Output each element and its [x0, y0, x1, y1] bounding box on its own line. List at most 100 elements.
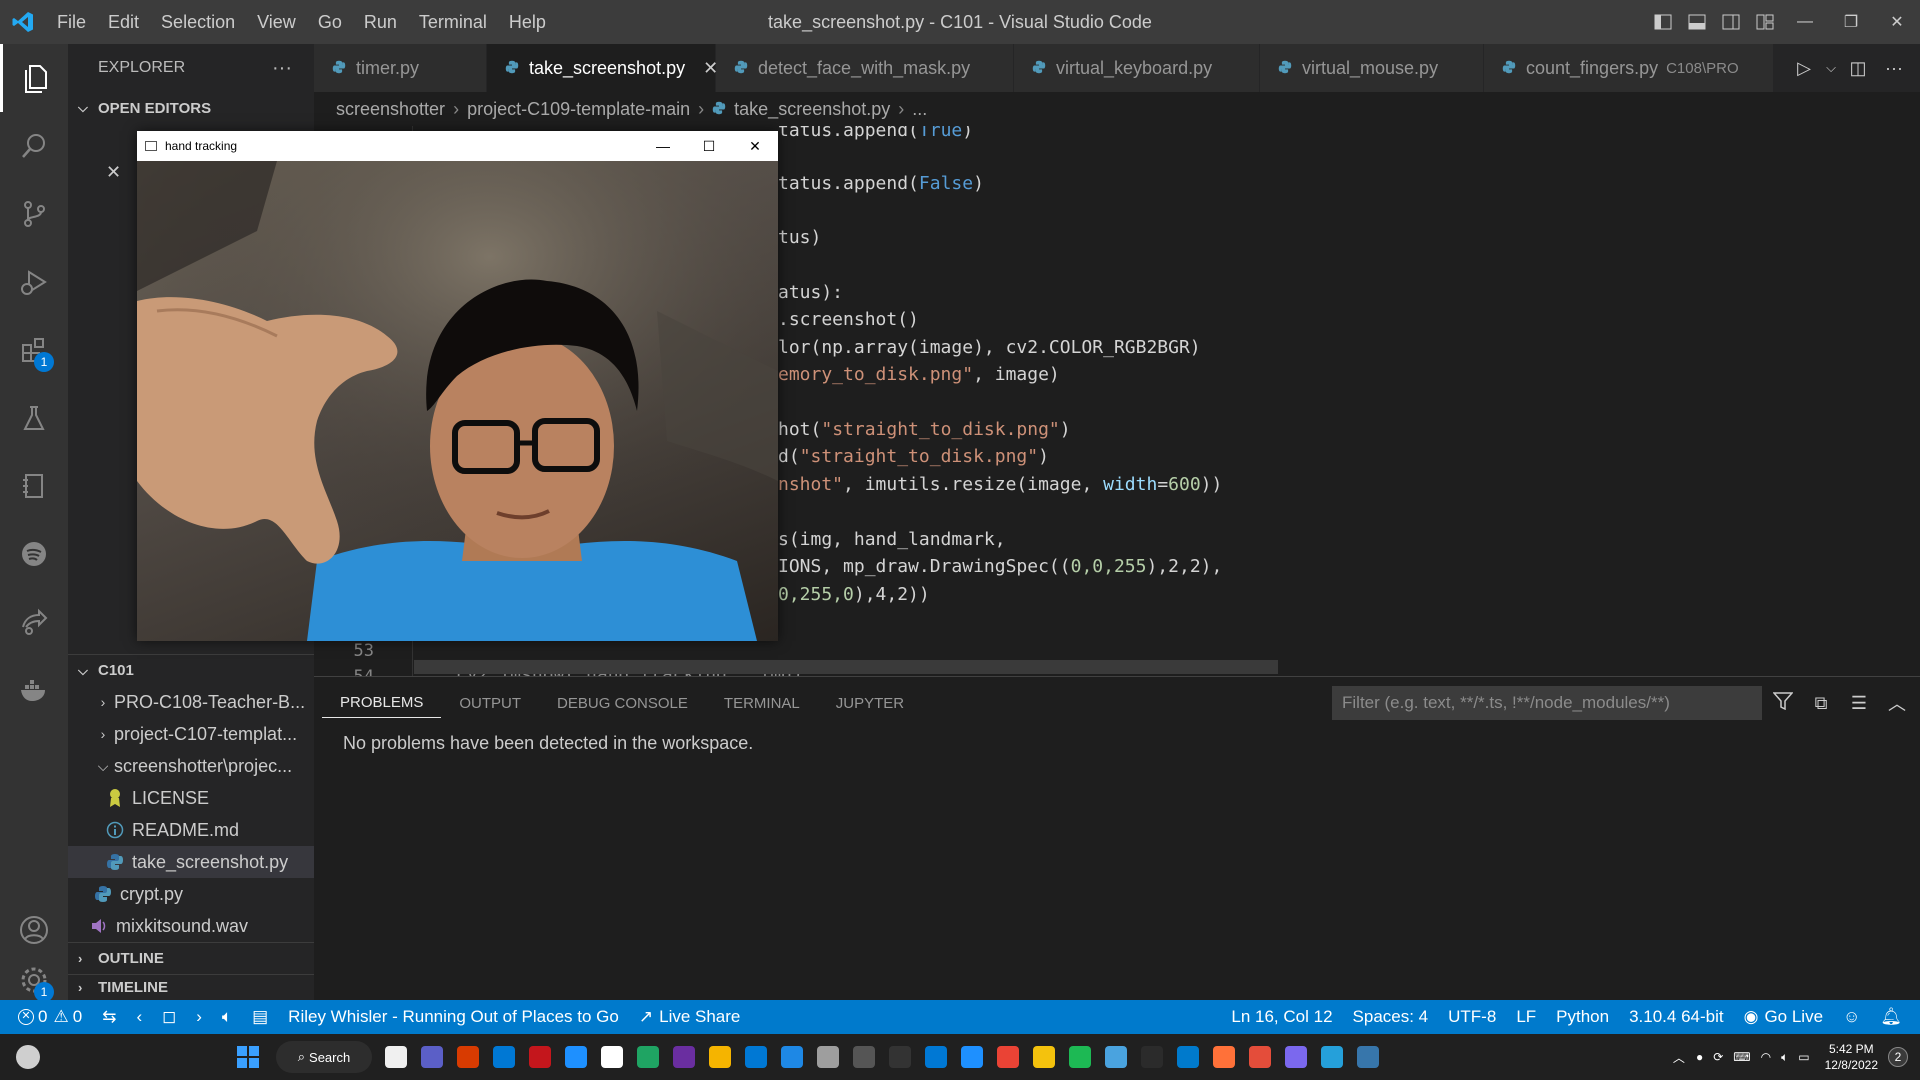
- breadcrumb-item[interactable]: take_screenshot.py: [734, 99, 890, 120]
- tab-detect-face[interactable]: detect_face_with_mask.py: [716, 44, 1014, 92]
- battery-icon[interactable]: ▭: [1798, 1050, 1809, 1064]
- taskbar-app-icon[interactable]: [558, 1034, 594, 1080]
- testing-icon[interactable]: [0, 384, 68, 452]
- toggle-view-icon[interactable]: ☰: [1840, 693, 1878, 714]
- taskbar-app-icon[interactable]: [666, 1034, 702, 1080]
- run-debug-icon[interactable]: [0, 248, 68, 316]
- tab-jupyter[interactable]: JUPYTER: [818, 677, 922, 729]
- tab-virtual-mouse[interactable]: virtual_mouse.py: [1260, 44, 1484, 92]
- notification-badge[interactable]: 2: [1888, 1047, 1908, 1067]
- go-live-button[interactable]: ◉ Go Live: [1734, 1007, 1833, 1027]
- tree-folder-screenshotter[interactable]: ⌵ screenshotter\projec...: [68, 750, 314, 782]
- popup-minimize-icon[interactable]: —: [640, 131, 686, 161]
- tab-output[interactable]: OUTPUT: [441, 677, 539, 729]
- source-control-icon[interactable]: [0, 180, 68, 248]
- outline-section[interactable]: › OUTLINE: [68, 942, 314, 974]
- minimize-icon[interactable]: —: [1782, 0, 1828, 44]
- folder-section[interactable]: ⌵ C101: [68, 654, 314, 686]
- wifi-icon[interactable]: ◠: [1761, 1050, 1771, 1064]
- docker-icon[interactable]: [0, 656, 68, 724]
- problems-filter-input[interactable]: Filter (e.g. text, **/*.ts, !**/node_mod…: [1332, 686, 1762, 720]
- toggle-panel-icon[interactable]: [1680, 0, 1714, 44]
- taskbar-app-icon[interactable]: [414, 1034, 450, 1080]
- timeline-section[interactable]: › TIMELINE: [68, 974, 314, 1000]
- close-panel-icon[interactable]: ✕: [1916, 693, 1920, 714]
- maximize-panel-icon[interactable]: ︿: [1878, 690, 1916, 716]
- tree-file-mixkitsound[interactable]: mixkitsound.wav: [68, 910, 314, 942]
- search-icon[interactable]: [0, 112, 68, 180]
- end-of-line[interactable]: LF: [1506, 1007, 1546, 1027]
- tab-terminal[interactable]: TERMINAL: [706, 677, 818, 729]
- tab-virtual-keyboard[interactable]: virtual_keyboard.py: [1014, 44, 1260, 92]
- windows-start-icon[interactable]: [226, 1034, 270, 1080]
- spotify-previous-icon[interactable]: ‹: [126, 1007, 152, 1027]
- tray-sync-icon[interactable]: ⟳: [1713, 1050, 1723, 1064]
- cursor-position[interactable]: Ln 16, Col 12: [1221, 1007, 1342, 1027]
- taskbar-app-icon[interactable]: [918, 1034, 954, 1080]
- taskbar-app-icon[interactable]: [774, 1034, 810, 1080]
- open-editors-section[interactable]: ⌵ OPEN EDITORS: [68, 92, 314, 124]
- spotify-icon[interactable]: [0, 520, 68, 588]
- menu-go[interactable]: Go: [307, 12, 353, 33]
- taskbar-app-icon[interactable]: [486, 1034, 522, 1080]
- tab-timer[interactable]: timer.py: [314, 44, 487, 92]
- menu-view[interactable]: View: [246, 12, 307, 33]
- tree-folder-pro-c108[interactable]: › PRO-C108-Teacher-B...: [68, 686, 314, 718]
- taskbar-app-icon[interactable]: [1098, 1034, 1134, 1080]
- clock[interactable]: 5:42 PM 12/8/2022: [1825, 1041, 1878, 1073]
- taskbar-app-icon[interactable]: [1314, 1034, 1350, 1080]
- toggle-sidebar-icon[interactable]: [1646, 0, 1680, 44]
- breadcrumb-item[interactable]: screenshotter: [336, 99, 445, 120]
- now-playing[interactable]: Riley Whisler - Running Out of Places to…: [278, 1007, 629, 1027]
- menu-edit[interactable]: Edit: [97, 12, 150, 33]
- python-interpreter[interactable]: 3.10.4 64-bit: [1619, 1007, 1734, 1027]
- accounts-icon[interactable]: [0, 896, 68, 964]
- filter-icon[interactable]: [1764, 691, 1802, 715]
- taskbar-app-icon[interactable]: [738, 1034, 774, 1080]
- menu-terminal[interactable]: Terminal: [408, 12, 498, 33]
- taskbar-app-icon[interactable]: [702, 1034, 738, 1080]
- taskbar-app-icon[interactable]: [846, 1034, 882, 1080]
- lyrics-icon[interactable]: ▤: [242, 1007, 278, 1027]
- keyboard-icon[interactable]: ⌨: [1733, 1050, 1750, 1064]
- taskbar-app-icon[interactable]: [450, 1034, 486, 1080]
- more-actions-icon[interactable]: ···: [1876, 58, 1912, 79]
- taskbar-app-icon[interactable]: [1170, 1034, 1206, 1080]
- taskbar-app-icon[interactable]: [1134, 1034, 1170, 1080]
- language-mode[interactable]: Python: [1546, 1007, 1619, 1027]
- taskbar-app-icon[interactable]: [810, 1034, 846, 1080]
- restore-icon[interactable]: ❐: [1828, 0, 1874, 44]
- taskbar-app-icon[interactable]: [378, 1034, 414, 1080]
- spotify-next-icon[interactable]: ›: [186, 1007, 212, 1027]
- encoding[interactable]: UTF-8: [1438, 1007, 1506, 1027]
- taskbar-app-icon[interactable]: [1242, 1034, 1278, 1080]
- indentation[interactable]: Spaces: 4: [1343, 1007, 1439, 1027]
- volume-icon[interactable]: 🔈︎: [212, 1007, 242, 1027]
- popup-close-icon[interactable]: ✕: [732, 131, 778, 161]
- manage-gear-icon[interactable]: 1: [0, 964, 68, 1002]
- menu-help[interactable]: Help: [498, 12, 557, 33]
- notifications-bell-icon[interactable]: 🔔︎: [1870, 1007, 1920, 1027]
- hand-tracking-window[interactable]: hand tracking — ☐ ✕: [137, 131, 778, 641]
- jupyter-notebook-icon[interactable]: [0, 452, 68, 520]
- taskbar-app-icon[interactable]: [954, 1034, 990, 1080]
- popup-title-bar[interactable]: hand tracking — ☐ ✕: [137, 131, 778, 161]
- taskbar-app-icon[interactable]: [630, 1034, 666, 1080]
- tab-debug-console[interactable]: DEBUG CONSOLE: [539, 677, 706, 729]
- tab-count-fingers[interactable]: count_fingers.py C108\PRO: [1484, 44, 1774, 92]
- weather-widget-icon[interactable]: [0, 1034, 56, 1080]
- taskbar-app-icon[interactable]: [882, 1034, 918, 1080]
- horizontal-scrollbar[interactable]: [414, 660, 1278, 674]
- spotify-stop-icon[interactable]: ◻: [152, 1007, 186, 1027]
- taskbar-app-icon[interactable]: [522, 1034, 558, 1080]
- tab-take-screenshot[interactable]: take_screenshot.py ✕: [487, 44, 718, 92]
- speaker-icon[interactable]: 🔈︎: [1781, 1050, 1788, 1065]
- customize-layout-icon[interactable]: [1748, 0, 1782, 44]
- taskbar-app-icon[interactable]: [1062, 1034, 1098, 1080]
- tree-file-take-screenshot[interactable]: take_screenshot.py: [68, 846, 314, 878]
- taskbar-search[interactable]: ⌕ Search: [276, 1041, 372, 1073]
- taskbar-app-icon[interactable]: [1278, 1034, 1314, 1080]
- breadcrumb-item[interactable]: project-C109-template-main: [467, 99, 690, 120]
- run-dropdown-icon[interactable]: ⌵: [1822, 60, 1840, 76]
- tray-overflow-icon[interactable]: ︿: [1673, 1049, 1685, 1066]
